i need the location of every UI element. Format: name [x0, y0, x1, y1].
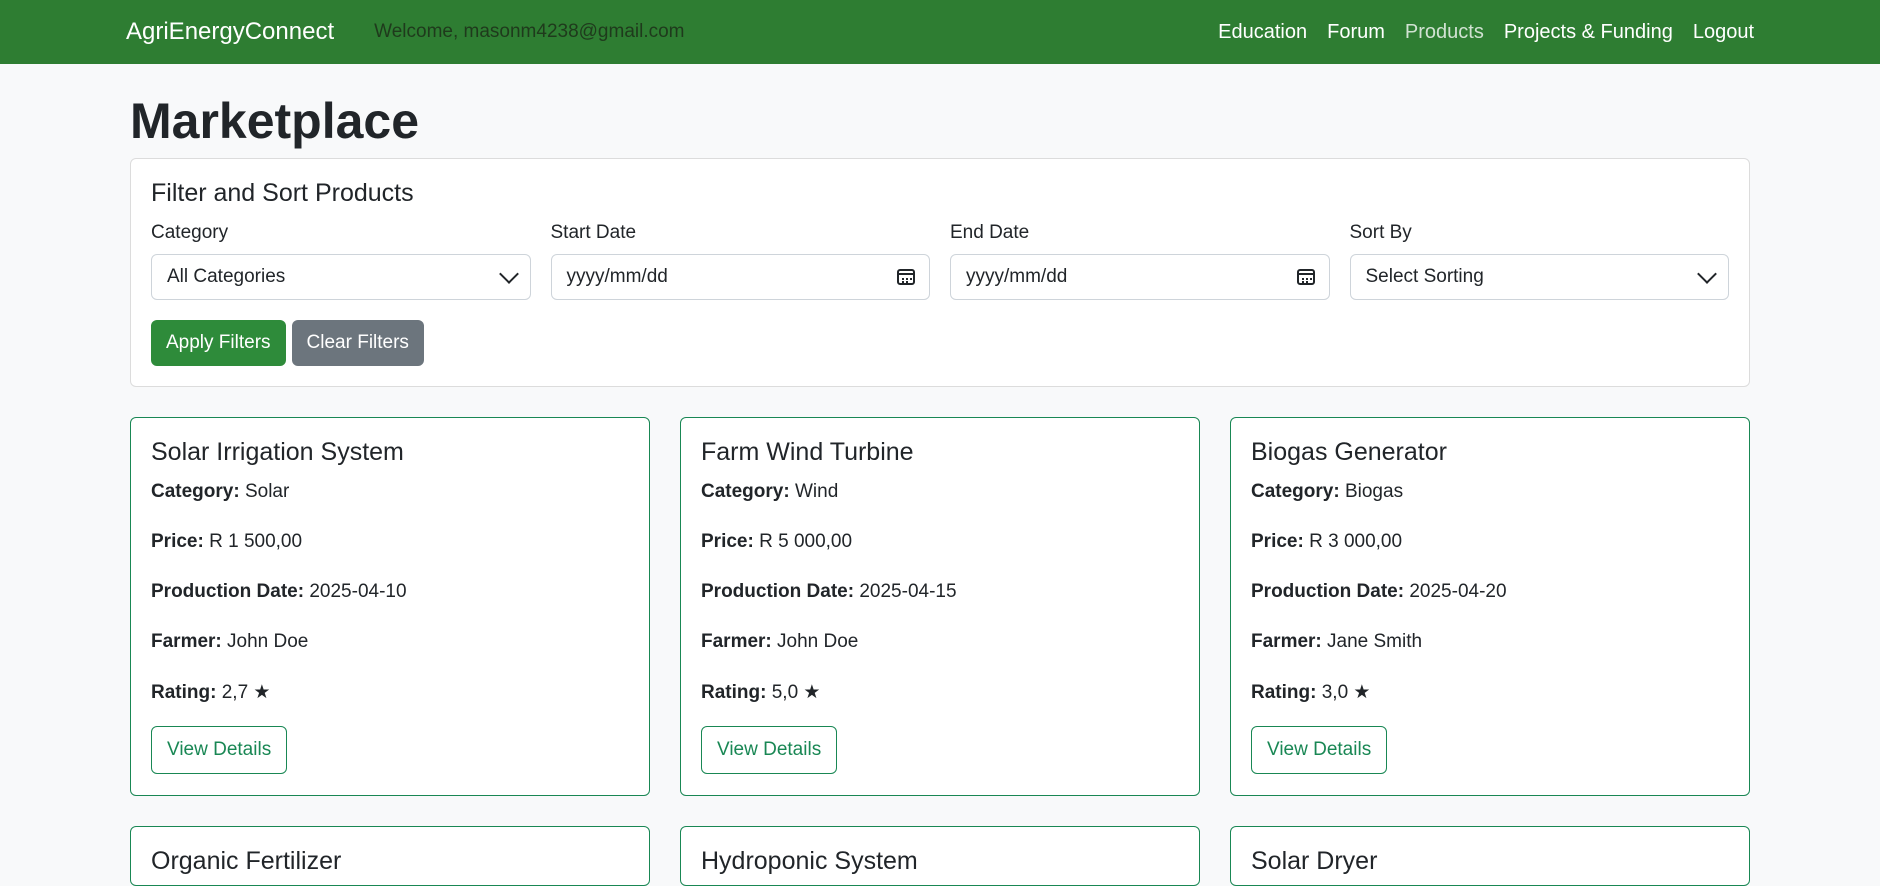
apply-filters-button[interactable]: Apply Filters: [151, 320, 286, 366]
nav-links: Education Forum Products Projects & Fund…: [1218, 21, 1754, 44]
nav-link-education[interactable]: Education: [1218, 21, 1307, 44]
sort-select[interactable]: Select Sorting: [1349, 254, 1729, 300]
product-farmer: Farmer: John Doe: [701, 631, 1179, 653]
start-date-label: Start Date: [550, 222, 637, 243]
field-value: 5,0 ★: [771, 682, 821, 703]
product-date: Production Date: 2025-04-15: [701, 581, 1179, 603]
calendar-icon[interactable]: [897, 269, 915, 285]
calendar-icon[interactable]: [1296, 269, 1315, 285]
product-category: Category: Biogas: [1251, 481, 1729, 503]
field-label: Farmer:: [151, 631, 222, 652]
field-value: 3,0 ★: [1321, 682, 1371, 703]
field-value: 2025-04-10: [309, 581, 407, 602]
top-navbar: AgriEnergyConnect Welcome, masonm4238@gm…: [0, 0, 1880, 64]
end-date-placeholder: yyyy/mm/dd: [966, 266, 1068, 287]
product-name: Biogas Generator: [1251, 438, 1447, 466]
product-name: Solar Irrigation System: [151, 438, 404, 466]
field-value: 2025-04-15: [859, 581, 957, 602]
field-label: Category:: [701, 481, 790, 502]
product-farmer: Farmer: John Doe: [151, 631, 629, 653]
product-rating: Rating: 5,0 ★: [701, 681, 1179, 704]
product-farmer: Farmer: Jane Smith: [1251, 631, 1729, 653]
product-card: Hydroponic System: [680, 826, 1200, 886]
field-value: R 3 000,00: [1309, 531, 1403, 552]
product-card: Solar Irrigation System Category: Solar …: [130, 417, 650, 796]
product-price: Price: R 1 500,00: [151, 531, 629, 553]
clear-filters-button[interactable]: Clear Filters: [291, 320, 424, 366]
category-label: Category: [151, 222, 229, 243]
field-value: 2,7 ★: [221, 682, 271, 703]
field-label: Category:: [151, 481, 240, 502]
field-label: Price:: [1251, 531, 1304, 552]
filter-panel: Filter and Sort Products Category All Ca…: [130, 158, 1750, 387]
welcome-text: Welcome, masonm4238@gmail.com: [374, 21, 685, 42]
brand-logo[interactable]: AgriEnergyConnect: [126, 18, 334, 46]
end-date-input[interactable]: yyyy/mm/dd: [950, 254, 1330, 300]
field-label: Rating:: [701, 682, 767, 703]
field-value: R 1 500,00: [209, 531, 303, 552]
nav-link-forum[interactable]: Forum: [1327, 21, 1385, 44]
sort-select-value: Select Sorting: [1365, 266, 1484, 287]
product-card: Farm Wind Turbine Category: Wind Price: …: [680, 417, 1200, 796]
product-name: Hydroponic System: [701, 847, 918, 875]
end-date-label: End Date: [950, 222, 1030, 243]
nav-link-products[interactable]: Products: [1405, 21, 1484, 44]
product-card: Organic Fertilizer: [130, 826, 650, 886]
chevron-down-icon: [498, 264, 519, 284]
view-details-button[interactable]: View Details: [701, 726, 838, 774]
field-value: 2025-04-20: [1409, 581, 1507, 602]
field-value: Solar: [244, 481, 290, 502]
category-select-value: All Categories: [167, 266, 286, 287]
product-category: Category: Solar: [151, 481, 629, 503]
filter-buttons: Apply Filters Clear Filters: [151, 320, 1729, 366]
view-details-button[interactable]: View Details: [1251, 726, 1388, 774]
sort-label: Sort By: [1349, 222, 1412, 243]
start-date-group: Start Date yyyy/mm/dd: [550, 222, 930, 300]
page-title: Marketplace: [130, 93, 420, 149]
product-rating: Rating: 3,0 ★: [1251, 681, 1729, 704]
field-label: Rating:: [151, 682, 217, 703]
product-name: Farm Wind Turbine: [701, 438, 914, 466]
product-category: Category: Wind: [701, 481, 1179, 503]
field-label: Price:: [151, 531, 204, 552]
field-label: Farmer:: [701, 631, 772, 652]
product-rating: Rating: 2,7 ★: [151, 681, 629, 704]
category-select[interactable]: All Categories: [151, 254, 531, 300]
product-card: Biogas Generator Category: Biogas Price:…: [1230, 417, 1750, 796]
field-label: Rating:: [1251, 682, 1317, 703]
field-value: John Doe: [227, 631, 309, 652]
field-label: Price:: [701, 531, 754, 552]
field-label: Farmer:: [1251, 631, 1322, 652]
sort-group: Sort By Select Sorting: [1349, 222, 1729, 300]
field-label: Production Date:: [701, 581, 855, 602]
product-date: Production Date: 2025-04-10: [151, 581, 629, 603]
field-value: R 5 000,00: [759, 531, 853, 552]
field-value: Biogas: [1344, 481, 1404, 502]
start-date-input[interactable]: yyyy/mm/dd: [550, 254, 930, 300]
field-value: John Doe: [777, 631, 859, 652]
filter-title: Filter and Sort Products: [151, 179, 414, 207]
product-price: Price: R 3 000,00: [1251, 531, 1729, 553]
product-price: Price: R 5 000,00: [701, 531, 1179, 553]
product-date: Production Date: 2025-04-20: [1251, 581, 1729, 603]
field-label: Production Date:: [151, 581, 305, 602]
field-label: Production Date:: [1251, 581, 1405, 602]
chevron-down-icon: [1697, 264, 1717, 284]
field-value: Wind: [794, 481, 839, 502]
product-card: Solar Dryer: [1230, 826, 1750, 886]
nav-link-logout[interactable]: Logout: [1693, 21, 1754, 44]
start-date-placeholder: yyyy/mm/dd: [566, 266, 668, 287]
product-grid: Solar Irrigation System Category: Solar …: [130, 417, 1750, 886]
filter-row: Category All Categories Start Date yyyy/…: [151, 222, 1729, 300]
field-label: Category:: [1251, 481, 1340, 502]
field-value: Jane Smith: [1327, 631, 1423, 652]
main-container: Marketplace Filter and Sort Products Cat…: [130, 96, 1750, 886]
product-name: Organic Fertilizer: [151, 847, 342, 875]
product-name: Solar Dryer: [1251, 847, 1378, 875]
category-group: Category All Categories: [151, 222, 531, 300]
view-details-button[interactable]: View Details: [151, 726, 288, 774]
nav-link-projects-funding[interactable]: Projects & Funding: [1504, 21, 1673, 44]
end-date-group: End Date yyyy/mm/dd: [950, 222, 1330, 300]
